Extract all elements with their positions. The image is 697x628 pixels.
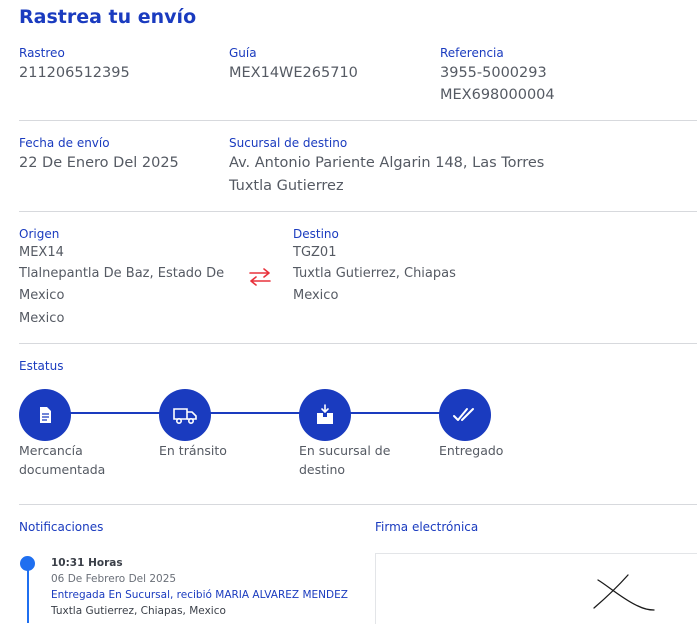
sucursal-label: Sucursal de destino <box>229 136 348 150</box>
document-icon <box>40 407 51 423</box>
firma-label: Firma electrónica <box>375 520 479 534</box>
fecha-label: Fecha de envío <box>19 136 110 150</box>
status-progress-line <box>45 412 465 414</box>
signature-box <box>375 553 697 624</box>
step-label-entregado: Entregado <box>439 443 504 458</box>
sucursal-value-2: Tuxtla Gutierrez <box>229 178 344 194</box>
divider <box>19 343 697 344</box>
divider <box>19 120 697 121</box>
rastreo-value: 211206512395 <box>19 65 130 81</box>
origen-label: Origen <box>19 227 60 241</box>
sucursal-value-1: Av. Antonio Pariente Algarin 148, Las To… <box>229 155 545 171</box>
referencia-value-1: 3955-5000293 <box>440 65 547 81</box>
page-title: Rastrea tu envío <box>19 6 197 28</box>
package-icon <box>317 404 333 424</box>
notification-place: Tuxtla Gutierrez, Chiapas, Mexico <box>51 605 226 617</box>
divider <box>19 504 697 505</box>
origen-line-3: Mexico <box>19 311 65 326</box>
step-transito <box>159 389 211 441</box>
notificaciones-label: Notificaciones <box>19 520 104 534</box>
timeline-line <box>26 570 29 623</box>
divider <box>19 211 697 212</box>
step-sucursal <box>299 389 351 441</box>
double-check-icon <box>453 408 474 421</box>
rastreo-label: Rastreo <box>19 46 65 60</box>
step-entregado <box>439 389 491 441</box>
origen-code: MEX14 <box>19 245 64 260</box>
signature-drawing <box>593 574 655 611</box>
step-label-documentada: Mercancía documentada <box>19 443 106 477</box>
swap-arrows-icon <box>249 268 271 286</box>
estatus-label: Estatus <box>19 359 64 373</box>
origen-line-2: Mexico <box>19 288 65 303</box>
destino-line-1: Tuxtla Gutierrez, Chiapas <box>293 266 456 281</box>
truck-icon <box>173 408 197 425</box>
referencia-value-2: MEX698000004 <box>440 87 555 103</box>
destino-label: Destino <box>293 227 339 241</box>
notification-time: 10:31 Horas <box>51 557 123 569</box>
origen-line-1: Tlalnepantla De Baz, Estado De <box>19 266 225 281</box>
step-documentada <box>19 389 71 441</box>
guia-label: Guía <box>229 46 257 60</box>
destino-code: TGZ01 <box>293 245 337 260</box>
guia-value: MEX14WE265710 <box>229 65 358 81</box>
step-label-sucursal: En sucursal de destino <box>299 443 391 477</box>
destino-line-2: Mexico <box>293 288 339 303</box>
notification-status: Entregada En Sucursal, recibió MARIA ALV… <box>51 589 348 601</box>
notification-date: 06 De Febrero Del 2025 <box>51 573 177 585</box>
step-label-transito: En tránsito <box>159 443 227 458</box>
timeline-dot <box>20 556 35 571</box>
referencia-label: Referencia <box>440 46 504 60</box>
fecha-value: 22 De Enero Del 2025 <box>19 155 179 171</box>
